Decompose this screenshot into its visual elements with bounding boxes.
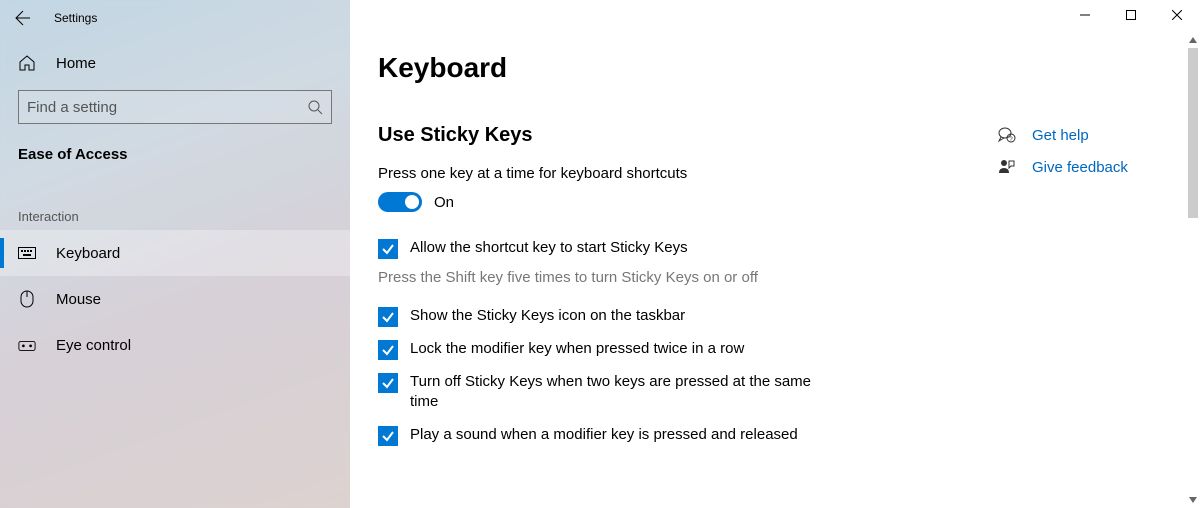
minimize-button[interactable] xyxy=(1062,0,1108,30)
checkbox-label: Play a sound when a modifier key is pres… xyxy=(410,425,798,445)
sidebar-home-label: Home xyxy=(56,55,96,72)
checkbox-label: Turn off Sticky Keys when two keys are p… xyxy=(410,372,840,413)
close-icon xyxy=(1172,10,1182,20)
sidebar-item-mouse[interactable]: Mouse xyxy=(0,276,350,322)
feedback-icon xyxy=(998,158,1016,176)
get-help-link[interactable]: ? Get help xyxy=(998,126,1128,158)
checkbox-label: Show the Sticky Keys icon on the taskbar xyxy=(410,306,685,326)
checkbox-icon xyxy=(378,426,398,446)
scrollbar[interactable] xyxy=(1186,32,1200,508)
back-button[interactable] xyxy=(14,9,32,27)
sidebar-item-label: Keyboard xyxy=(56,245,120,262)
help-link-label: Get help xyxy=(1032,127,1089,144)
keyboard-icon xyxy=(18,244,36,262)
maximize-button[interactable] xyxy=(1108,0,1154,30)
checkbox-play-sound[interactable]: Play a sound when a modifier key is pres… xyxy=(378,419,938,452)
search-box[interactable] xyxy=(18,90,332,124)
scroll-thumb[interactable] xyxy=(1188,48,1198,218)
scroll-track[interactable] xyxy=(1186,48,1200,492)
sidebar-item-keyboard[interactable]: Keyboard xyxy=(0,230,350,276)
sidebar-group-header: Interaction xyxy=(0,181,350,230)
sidebar-category: Ease of Access xyxy=(0,142,350,181)
minimize-icon xyxy=(1080,10,1090,20)
main-content: Keyboard Use Sticky Keys Press one key a… xyxy=(350,0,1200,508)
checkbox-two-keys-off[interactable]: Turn off Sticky Keys when two keys are p… xyxy=(378,366,938,419)
section-description: Press one key at a time for keyboard sho… xyxy=(378,165,938,192)
check-icon xyxy=(381,310,395,324)
mouse-icon xyxy=(18,290,36,308)
search-input[interactable] xyxy=(27,99,307,116)
sidebar-item-eye-control[interactable]: Eye control xyxy=(0,322,350,368)
sidebar: Settings Home Ease of Access Interaction… xyxy=(0,0,350,508)
section-title: Use Sticky Keys xyxy=(378,124,938,165)
scroll-down-icon[interactable] xyxy=(1186,492,1200,508)
checkbox-icon xyxy=(378,373,398,393)
check-icon xyxy=(381,376,395,390)
give-feedback-link[interactable]: Give feedback xyxy=(998,158,1128,190)
scroll-up-icon[interactable] xyxy=(1186,32,1200,48)
sidebar-item-label: Mouse xyxy=(56,291,101,308)
toggle-knob xyxy=(405,195,419,209)
sidebar-item-label: Eye control xyxy=(56,337,131,354)
sidebar-home[interactable]: Home xyxy=(0,42,350,84)
help-link-label: Give feedback xyxy=(1032,159,1128,176)
search-icon xyxy=(307,99,323,115)
window-controls xyxy=(1062,0,1200,30)
checkbox-label: Lock the modifier key when pressed twice… xyxy=(410,339,744,359)
titlebar: Settings xyxy=(0,0,350,36)
maximize-icon xyxy=(1126,10,1136,20)
toggle-state-label: On xyxy=(434,194,454,211)
checkbox-icon xyxy=(378,239,398,259)
app-title: Settings xyxy=(54,11,97,25)
arrow-left-icon xyxy=(15,10,31,26)
home-icon xyxy=(18,54,36,72)
check-icon xyxy=(381,343,395,357)
checkbox-icon xyxy=(378,340,398,360)
check-icon xyxy=(381,242,395,256)
checkbox-taskbar-icon[interactable]: Show the Sticky Keys icon on the taskbar xyxy=(378,306,938,333)
checkbox-label: Allow the shortcut key to start Sticky K… xyxy=(410,238,688,258)
check-icon xyxy=(381,429,395,443)
page-title: Keyboard xyxy=(378,0,1172,124)
checkbox-lock-modifier[interactable]: Lock the modifier key when pressed twice… xyxy=(378,333,938,366)
eye-control-icon xyxy=(18,336,36,354)
sticky-keys-toggle[interactable] xyxy=(378,192,422,212)
close-button[interactable] xyxy=(1154,0,1200,30)
help-icon: ? xyxy=(998,126,1016,144)
checkbox-icon xyxy=(378,307,398,327)
checkbox-shortcut-key[interactable]: Allow the shortcut key to start Sticky K… xyxy=(378,238,938,265)
shortcut-hint: Press the Shift key five times to turn S… xyxy=(378,265,938,306)
